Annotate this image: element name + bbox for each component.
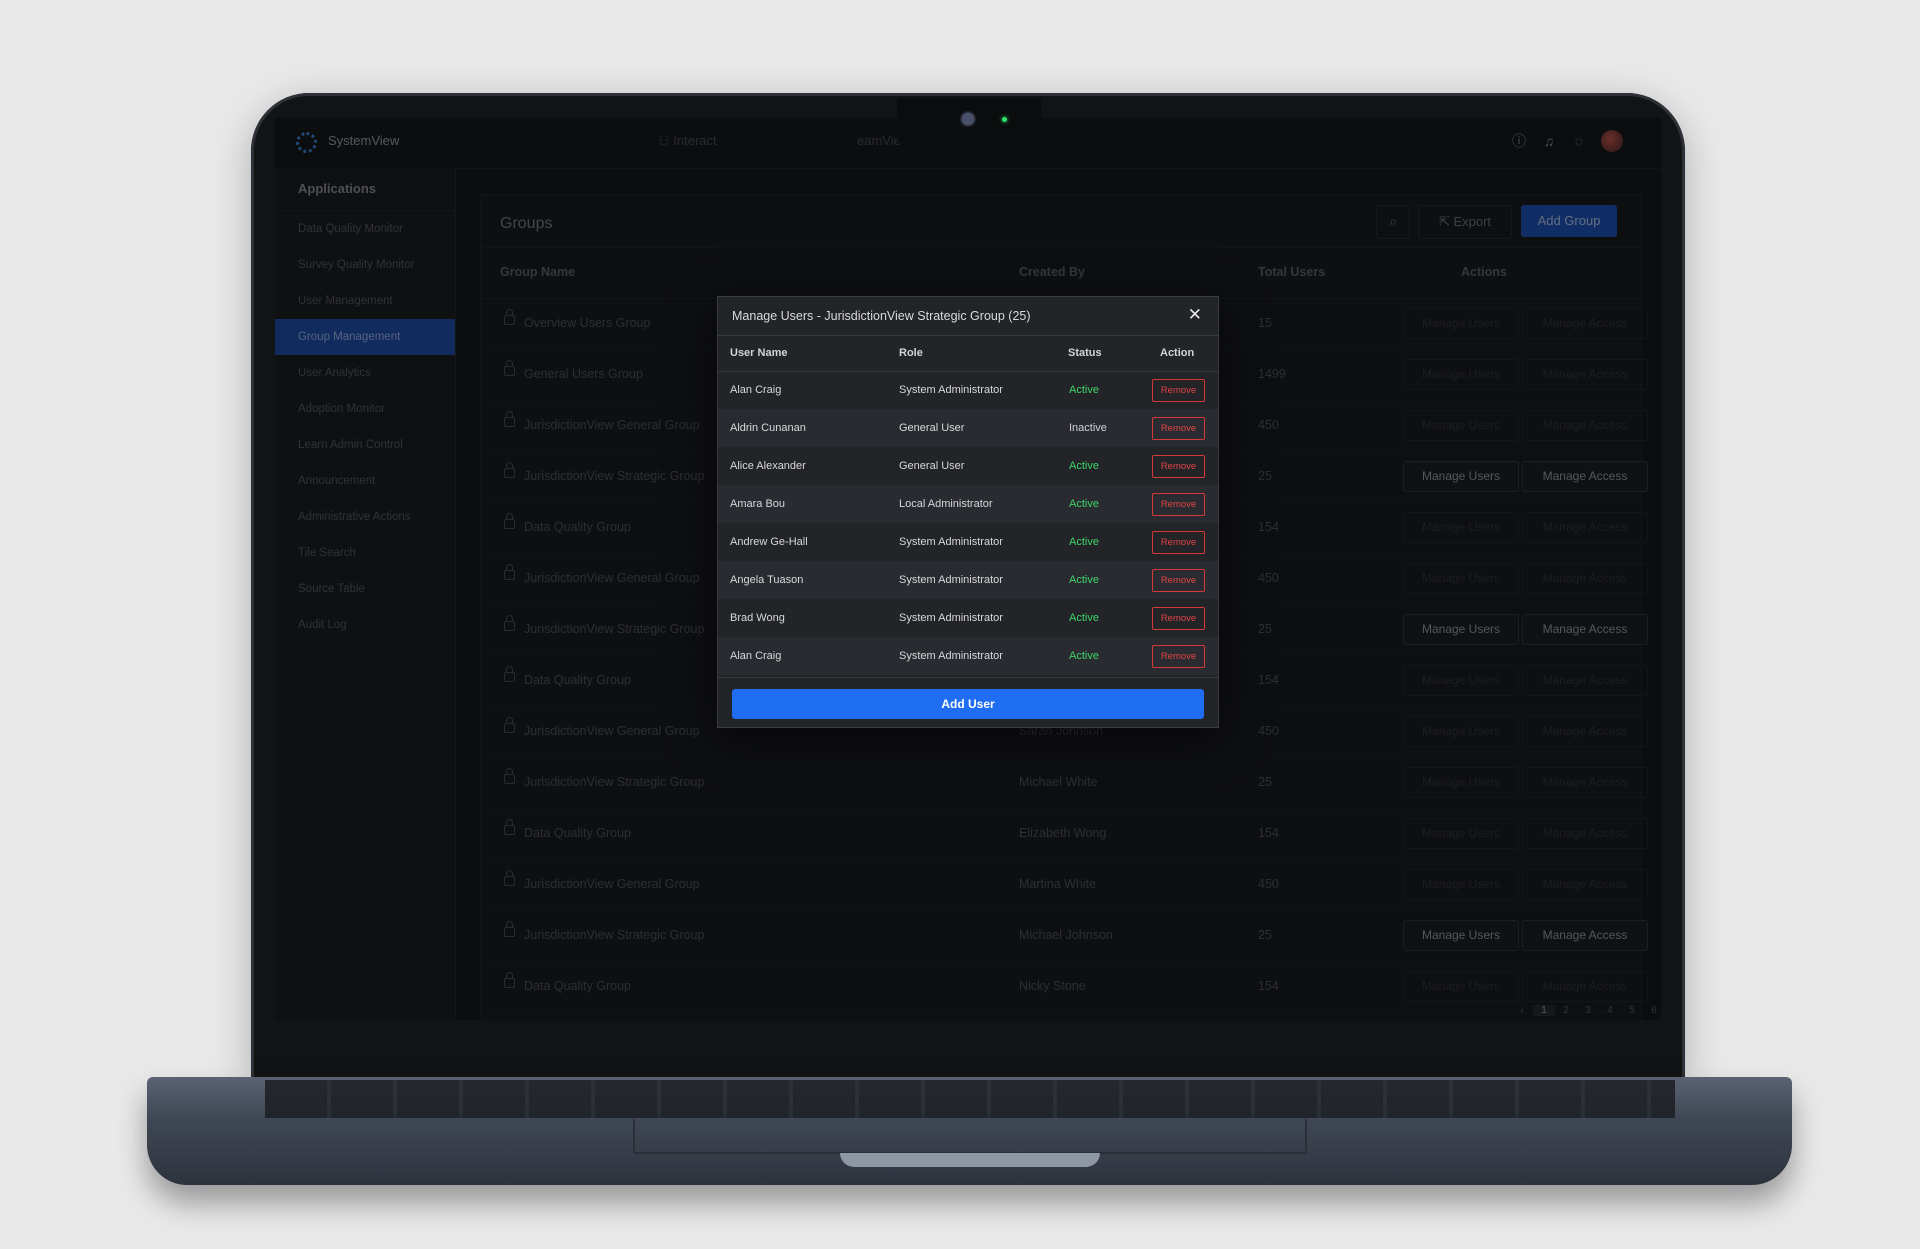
col-user-name: User Name [730, 347, 788, 359]
modal-table-header: User Name Role Status Action [718, 335, 1218, 372]
user-name: Amara Bou [730, 498, 786, 510]
user-name: Aldrin Cunanan [730, 422, 806, 434]
add-user-button[interactable]: Add User [732, 689, 1204, 719]
list-item: Angela Tuason System Administrator Active R… [718, 561, 1218, 599]
remove-button[interactable]: Remove [1152, 569, 1205, 592]
list-item: Aldrin Cunanan General User Inactive Remove [718, 409, 1218, 447]
remove-button[interactable]: Remove [1152, 645, 1205, 668]
list-item: Andrew Ge-Hall System Administrator Active… [718, 523, 1218, 561]
user-role: System Administrator [899, 650, 1003, 662]
col-status: Status [1068, 347, 1102, 359]
col-action: Action [1160, 347, 1195, 359]
user-name: Alice Alexander [730, 460, 806, 472]
col-role: Role [899, 347, 923, 359]
user-role: System Administrator [899, 536, 1003, 548]
laptop-lip [840, 1153, 1100, 1167]
user-role: System Administrator [899, 574, 1003, 586]
modal-header: Manage Users - JurisdictionView Strategi… [718, 297, 1218, 336]
user-name: Alan Craig [730, 384, 782, 396]
status-badge: Active [1069, 384, 1099, 396]
remove-button[interactable]: Remove [1152, 379, 1205, 402]
manage-users-modal: Manage Users - JurisdictionView Strategi… [717, 296, 1219, 728]
camera-icon [962, 113, 974, 125]
user-name: Alan Craig [730, 650, 782, 662]
laptop-trackpad [633, 1119, 1307, 1154]
laptop-keyboard [265, 1080, 1675, 1118]
status-badge: Active [1069, 650, 1099, 662]
remove-button[interactable]: Remove [1152, 417, 1205, 440]
status-badge: Inactive [1069, 422, 1107, 434]
user-role: Local Administrator [899, 498, 993, 510]
status-badge: Active [1069, 536, 1099, 548]
user-name: Angela Tuason [730, 574, 804, 586]
screen: SystemView ⚇ Interact eamView ⓘ ♫ ◌ Appl… [275, 118, 1661, 1020]
status-badge: Active [1069, 574, 1099, 586]
status-badge: Active [1069, 460, 1099, 472]
user-name: Brad Wong [730, 612, 785, 624]
user-role: General User [899, 460, 965, 472]
modal-title: Manage Users - JurisdictionView Strategi… [732, 309, 1031, 323]
remove-button[interactable]: Remove [1152, 493, 1205, 516]
list-item: Alan Craig System Administrator Active Remo… [718, 371, 1218, 409]
user-name: Andrew Ge-Hall [730, 536, 808, 548]
close-icon[interactable]: ✕ [1188, 305, 1202, 325]
list-item: Brad Wong System Administrator Active Remov… [718, 599, 1218, 637]
status-badge: Active [1069, 498, 1099, 510]
remove-button[interactable]: Remove [1152, 607, 1205, 630]
user-role: System Administrator [899, 384, 1003, 396]
list-item: Amara Bou Local Administrator Active Remove [718, 485, 1218, 523]
remove-button[interactable]: Remove [1152, 531, 1205, 554]
status-badge: Active [1069, 612, 1099, 624]
list-item: Alice Alexander General User Active Remove [718, 447, 1218, 485]
user-role: General User [899, 422, 965, 434]
camera-led [1002, 117, 1007, 122]
list-item: Alan Craig System Administrator Active Remo… [718, 637, 1218, 675]
modal-footer: Add User [718, 677, 1218, 728]
user-role: System Administrator [899, 612, 1003, 624]
remove-button[interactable]: Remove [1152, 455, 1205, 478]
